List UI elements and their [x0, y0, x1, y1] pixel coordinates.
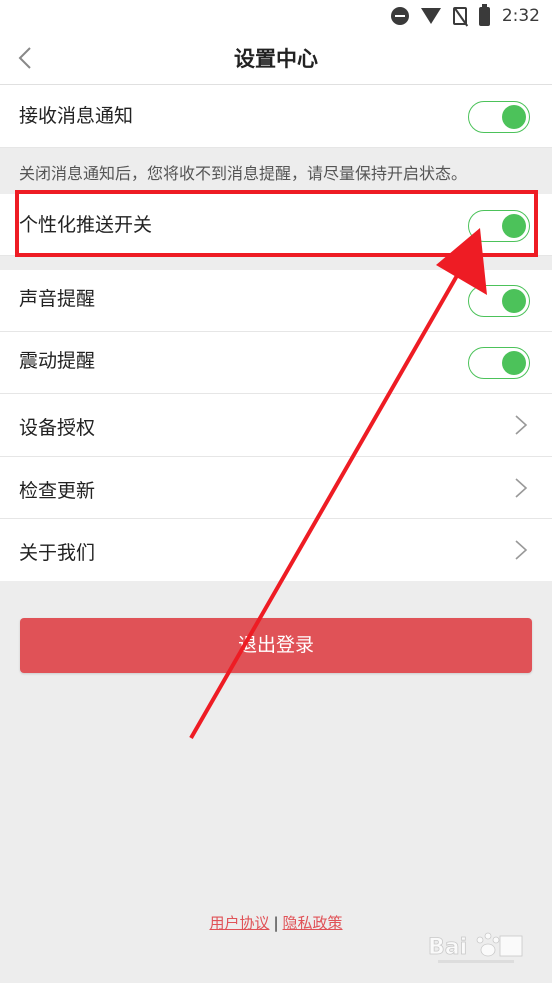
settings-row-sound: 声音提醒	[0, 270, 552, 332]
notification-note-text: 关闭消息通知后，您将收不到消息提醒，请尽量保持开启状态。	[19, 164, 468, 183]
notification-label: 接收消息通知	[19, 105, 134, 127]
personalized-push-label: 个性化推送开关	[19, 214, 153, 236]
battery-charging-icon	[478, 3, 490, 26]
settings-row-notification: 接收消息通知	[0, 85, 552, 148]
chevron-right-icon	[515, 415, 528, 435]
settings-row-personalized-push: 个性化推送开关	[0, 194, 552, 256]
vibration-toggle[interactable]	[468, 347, 530, 379]
about-label: 关于我们	[19, 542, 96, 564]
sound-toggle[interactable]	[468, 285, 530, 317]
notification-note: 关闭消息通知后，您将收不到消息提醒，请尽量保持开启状态。	[0, 148, 552, 194]
svg-text:Bai: Bai	[428, 935, 467, 960]
toggle-knob	[502, 214, 526, 238]
settings-row-about[interactable]: 关于我们	[0, 519, 552, 581]
personalized-push-toggle[interactable]	[468, 210, 530, 242]
wifi-icon	[420, 8, 441, 24]
toggle-knob	[502, 351, 526, 375]
no-sim-icon	[452, 7, 467, 25]
user-agreement-link[interactable]: 用户协议	[209, 914, 269, 932]
do-not-disturb-icon	[390, 7, 409, 25]
status-icons: 2:32	[390, 3, 540, 27]
chevron-left-icon[interactable]	[14, 46, 38, 70]
footer-separator: |	[273, 914, 279, 932]
toggle-knob	[502, 289, 526, 313]
settings-row-check-update[interactable]: 检查更新	[0, 457, 552, 519]
status-time: 2:32	[501, 6, 540, 26]
page-title: 设置中心	[234, 47, 318, 71]
toggle-knob	[502, 105, 526, 129]
settings-row-device-auth[interactable]: 设备授权	[0, 394, 552, 457]
notification-toggle[interactable]	[468, 101, 530, 133]
header: 设置中心	[0, 34, 552, 85]
device-auth-label: 设备授权	[19, 417, 96, 439]
sound-label: 声音提醒	[19, 288, 96, 310]
check-update-label: 检查更新	[19, 480, 96, 502]
chevron-right-icon	[515, 540, 528, 560]
status-bar: 2:32	[0, 0, 552, 34]
vibration-label: 震动提醒	[19, 350, 96, 372]
settings-row-vibration: 震动提醒	[0, 332, 552, 394]
logout-button[interactable]: 退出登录	[20, 618, 532, 673]
chevron-right-icon	[515, 478, 528, 498]
baidu-watermark-logo: Bai	[428, 932, 523, 963]
privacy-policy-link[interactable]: 隐私政策	[283, 914, 343, 932]
